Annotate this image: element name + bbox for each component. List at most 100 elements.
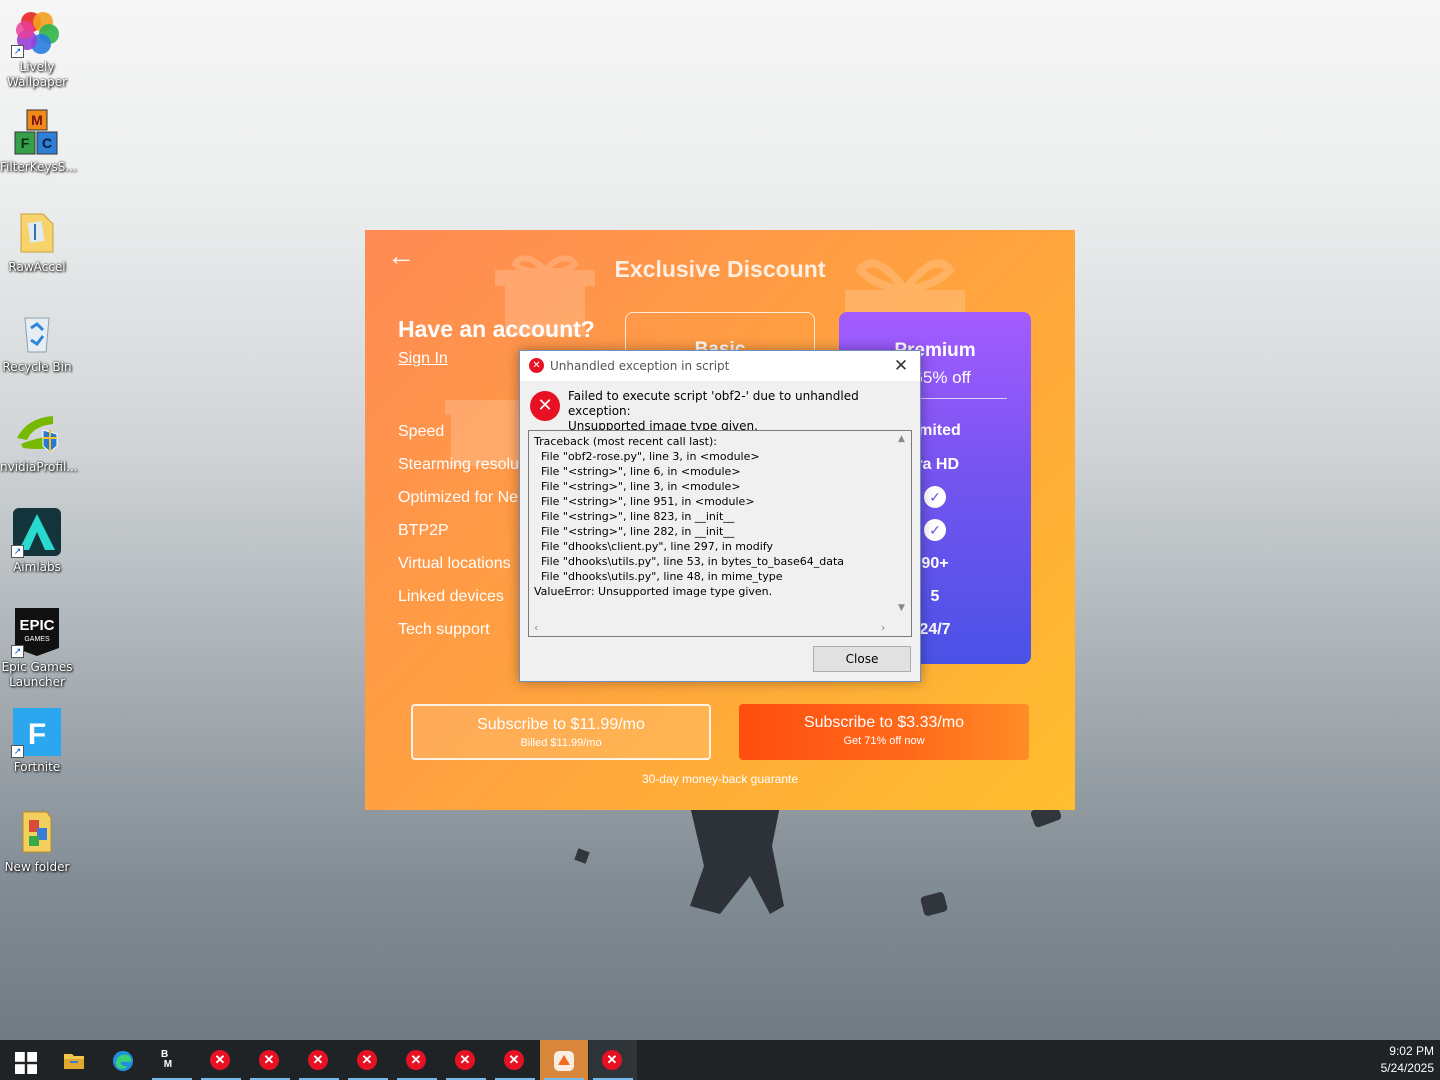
- error-icon: ✕: [406, 1050, 426, 1070]
- desktop-icon-nvidia-profile[interactable]: nvidiaProfil...: [0, 408, 78, 475]
- error-icon: ✕: [259, 1050, 279, 1070]
- svg-text:M: M: [31, 112, 43, 128]
- folder-icon: [13, 208, 61, 256]
- subscribe-premium-sublabel: Get 71% off now: [843, 735, 925, 747]
- traceback-line: File "<string>", line 951, in <module>: [534, 495, 755, 508]
- taskbar-error-window[interactable]: ✕: [197, 1040, 245, 1080]
- feature-label: Speed: [398, 423, 445, 440]
- windows-icon: [15, 1052, 37, 1074]
- traceback-textbox[interactable]: Traceback (most recent call last): File …: [528, 430, 912, 637]
- taskbar-error-window[interactable]: ✕: [393, 1040, 441, 1080]
- desktop-icon-lively-wallpaper[interactable]: ↗ Lively Wallpaper: [0, 8, 74, 90]
- dialog-titlebar[interactable]: ✕ Unhandled exception in script ✕: [520, 351, 920, 381]
- icon-label: New folder: [4, 860, 70, 874]
- shortcut-arrow-icon: ↗: [11, 645, 24, 658]
- folder-icon: [13, 808, 61, 856]
- money-back-guarantee: 30-day money-back guarante: [641, 772, 799, 786]
- vpn-app-icon: [554, 1051, 574, 1071]
- feature-label: Virtual locations: [398, 555, 511, 572]
- traceback-line: File "dhooks\client.py", line 297, in mo…: [534, 540, 773, 553]
- nvidia-icon: [13, 408, 61, 456]
- error-icon: ✕: [455, 1050, 475, 1070]
- taskbar-edge[interactable]: [99, 1040, 147, 1080]
- error-icon: ✕: [357, 1050, 377, 1070]
- subscribe-basic-sublabel: Billed $11.99/mo: [520, 737, 602, 749]
- desktop-icon-rawaccel[interactable]: RawAccel: [0, 208, 74, 275]
- traceback-line: File "dhooks\utils.py", line 53, in byte…: [534, 555, 845, 568]
- icon-label: Aimlabs: [13, 560, 61, 574]
- start-button[interactable]: [0, 1040, 48, 1080]
- svg-text:F: F: [28, 718, 46, 751]
- error-icon: ✕: [210, 1050, 230, 1070]
- error-icon: ✕: [308, 1050, 328, 1070]
- subscribe-premium-button[interactable]: Subscribe to $3.33/mo Get 71% off now: [739, 704, 1029, 760]
- icon-label: Fortnite: [13, 760, 61, 774]
- shortcut-arrow-icon: ↗: [11, 45, 24, 58]
- desktop-icon-filterkeys[interactable]: M F C FilterKeysS...: [0, 108, 77, 175]
- error-icon: ✕: [504, 1050, 524, 1070]
- close-button[interactable]: Close: [813, 646, 911, 672]
- error-icon: ✕: [602, 1050, 622, 1070]
- subscribe-basic-button[interactable]: Subscribe to $11.99/mo Billed $11.99/mo: [411, 704, 711, 760]
- icon-label: Epic Games Launcher: [1, 660, 73, 689]
- wallpaper-rock: [919, 891, 949, 917]
- system-clock[interactable]: 9:02 PM 5/24/2025: [1381, 1043, 1434, 1077]
- vertical-scrollbar[interactable]: ▲ ▼: [894, 431, 911, 619]
- error-icon: ✕: [529, 358, 544, 373]
- file-explorer-icon: [64, 1054, 84, 1069]
- shortcut-arrow-icon: ↗: [11, 545, 24, 558]
- error-message-line: Failed to execute script 'obf2-' due to …: [568, 389, 859, 418]
- subscribe-basic-label: Subscribe to $11.99/mo: [477, 716, 645, 733]
- fortnite-icon: F ↗: [11, 708, 61, 758]
- traceback-line: File "<string>", line 282, in __init__: [534, 525, 735, 538]
- scroll-left-icon[interactable]: ‹: [534, 621, 538, 634]
- desktop-icon-fortnite[interactable]: F ↗ Fortnite: [0, 708, 74, 775]
- taskbar: B M ✕ ✕ ✕ ✕ ✕ ✕ ✕ ✕ 9:02 PM 5/24/2025: [0, 1040, 1440, 1080]
- scroll-right-icon[interactable]: ›: [881, 621, 885, 634]
- traceback-line: File "obf2-rose.py", line 3, in <module>: [534, 450, 760, 463]
- desktop-icon-new-folder[interactable]: New folder: [0, 808, 74, 875]
- filterkeys-icon: M F C: [13, 108, 61, 156]
- epic-games-icon: EPIC GAMES ↗: [11, 608, 61, 658]
- svg-text:C: C: [42, 135, 52, 151]
- bkm-app-icon: B M: [161, 1049, 173, 1070]
- wallpaper-rock: [574, 848, 590, 864]
- taskbar-error-window[interactable]: ✕: [295, 1040, 343, 1080]
- taskbar-error-window[interactable]: ✕: [442, 1040, 490, 1080]
- aimlabs-icon: ↗: [11, 508, 61, 558]
- wallpaper-figure: [690, 806, 784, 914]
- scroll-down-icon[interactable]: ▼: [898, 603, 905, 613]
- account-heading: Have an account?: [398, 316, 595, 342]
- taskbar-file-explorer[interactable]: [50, 1040, 98, 1080]
- close-icon[interactable]: ✕: [888, 354, 914, 378]
- taskbar-error-window[interactable]: ✕: [491, 1040, 539, 1080]
- sign-in-link[interactable]: Sign In: [398, 350, 448, 368]
- feature-label: Linked devices: [398, 588, 504, 605]
- dialog-title: Unhandled exception in script: [550, 359, 730, 373]
- desktop-icon-aimlabs[interactable]: ↗ Aimlabs: [0, 508, 74, 575]
- icon-label: nvidiaProfil...: [0, 460, 78, 474]
- recycle-bin-icon: [13, 308, 61, 356]
- desktop-icon-recycle-bin[interactable]: Recycle Bin: [0, 308, 74, 375]
- traceback-line: File "<string>", line 3, in <module>: [534, 480, 741, 493]
- taskbar-error-window[interactable]: ✕: [246, 1040, 294, 1080]
- subscribe-premium-label: Subscribe to $3.33/mo: [803, 714, 965, 731]
- edge-browser-icon: [112, 1050, 134, 1072]
- desktop-icon-epic-games[interactable]: EPIC GAMES ↗ Epic Games Launcher: [0, 608, 74, 690]
- traceback-line: File "<string>", line 823, in __init__: [534, 510, 735, 523]
- lively-wallpaper-icon: ↗: [11, 8, 61, 58]
- svg-text:F: F: [21, 135, 30, 151]
- epic-games-logo-text: EPIC: [19, 617, 54, 634]
- feature-label: BTP2P: [398, 522, 449, 539]
- feature-label: Optimized for Ne: [398, 489, 519, 506]
- taskbar-vpn-app[interactable]: [540, 1040, 588, 1080]
- check-icon: ✓: [924, 519, 946, 541]
- taskbar-app-bkm[interactable]: B M: [148, 1040, 196, 1080]
- taskbar-error-window[interactable]: ✕: [344, 1040, 392, 1080]
- horizontal-scrollbar[interactable]: ‹ ›: [529, 619, 894, 636]
- scroll-up-icon[interactable]: ▲: [898, 434, 905, 444]
- error-icon: ✕: [530, 391, 560, 421]
- icon-label: RawAccel: [8, 260, 66, 274]
- taskbar-error-window-active[interactable]: ✕: [589, 1040, 637, 1080]
- discount-title: Exclusive Discount: [614, 256, 826, 282]
